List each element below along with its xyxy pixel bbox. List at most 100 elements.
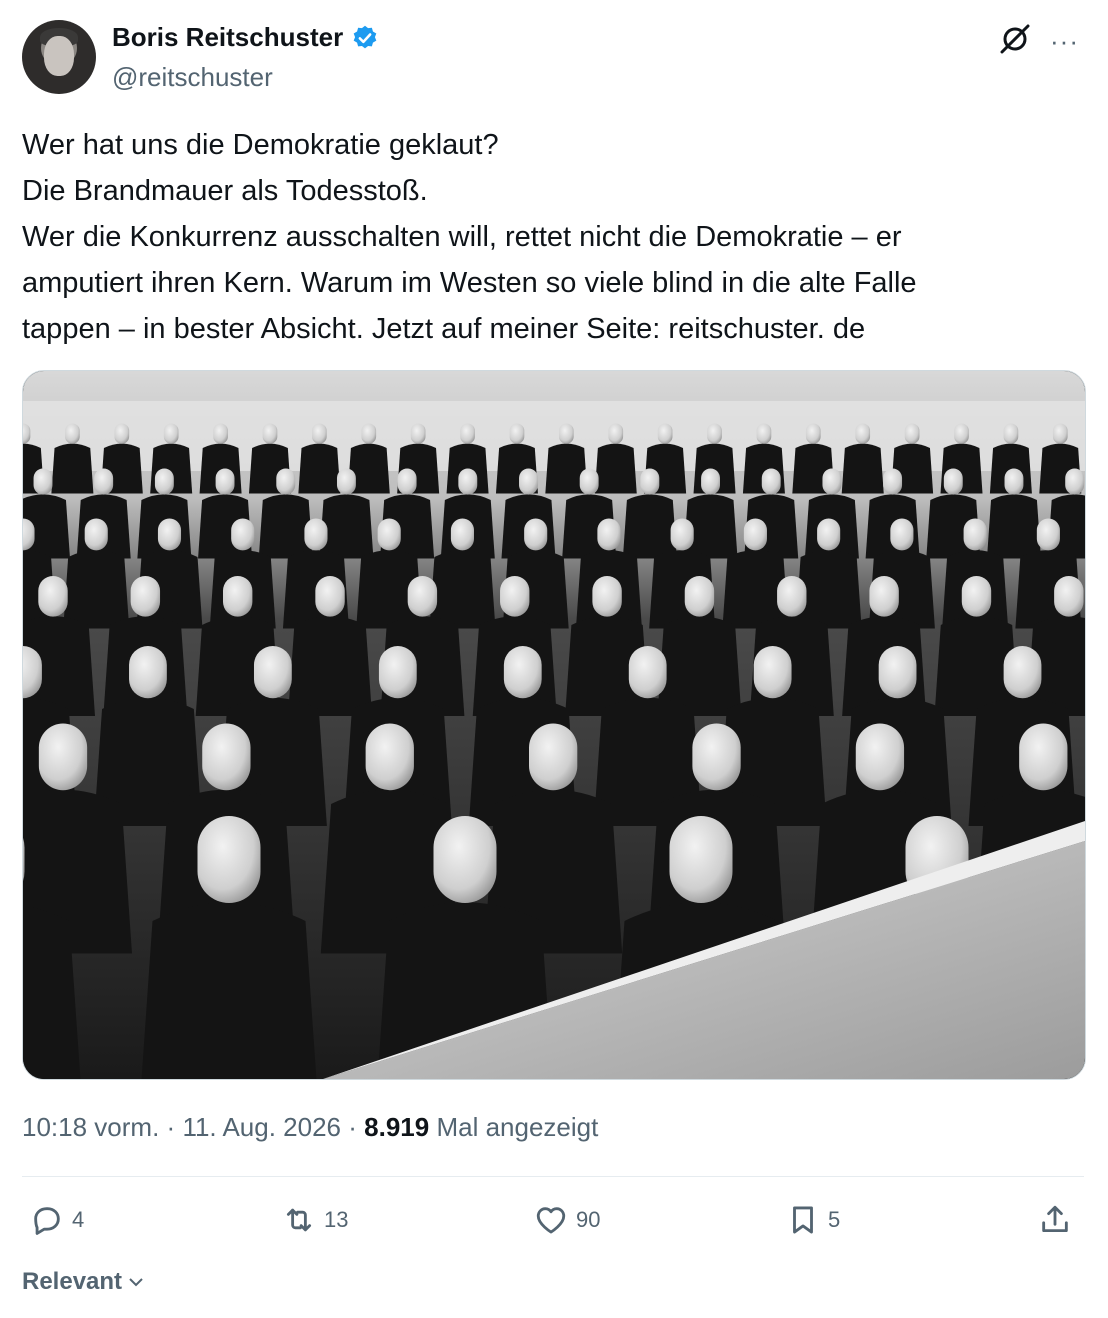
figure-head: [701, 468, 720, 495]
figure-head: [361, 423, 377, 444]
figure-head: [231, 518, 255, 551]
figure-head: [743, 518, 767, 551]
figure-head: [692, 723, 741, 791]
like-button[interactable]: 90: [534, 1203, 600, 1237]
figure-head: [1004, 468, 1024, 495]
figure-head: [377, 518, 401, 551]
figure-head: [276, 468, 296, 495]
author-handle[interactable]: @reitschuster: [112, 62, 273, 93]
view-label: Mal angezeigt: [436, 1112, 599, 1142]
figure-head: [817, 518, 841, 551]
figure-head: [524, 518, 548, 551]
reply-button[interactable]: 4: [30, 1203, 84, 1237]
figure-head: [529, 723, 578, 791]
figure-head: [777, 576, 807, 617]
grok-icon[interactable]: [998, 22, 1032, 56]
figure-head: [869, 576, 899, 617]
figure-head: [407, 576, 438, 617]
figure-head: [579, 468, 599, 495]
figure-head: [963, 518, 987, 551]
figure-head: [94, 468, 114, 495]
repost-button[interactable]: 13: [282, 1203, 348, 1237]
more-icon[interactable]: ···: [1050, 26, 1079, 57]
figure-body: [986, 494, 1041, 559]
figure-head: [336, 468, 356, 495]
figure-head: [1019, 723, 1068, 791]
author-name-row[interactable]: Boris Reitschuster: [112, 22, 379, 53]
verified-badge-icon: [353, 25, 377, 48]
sort-label: Relevant: [22, 1268, 123, 1295]
figure-head: [197, 816, 261, 903]
figure-head: [130, 576, 161, 617]
reply-count: 4: [72, 1207, 85, 1232]
figure-head: [163, 423, 179, 444]
figure-head: [65, 423, 80, 444]
share-button[interactable]: [1038, 1203, 1072, 1237]
figure-head: [878, 646, 917, 699]
figure-head: [315, 576, 345, 617]
figure-head: [262, 423, 278, 444]
figure-body: [51, 443, 94, 494]
figure-head: [365, 723, 414, 791]
tweet-line: amputiert ihren Kern. Warum im Westen so…: [22, 267, 917, 299]
tweet-image[interactable]: [22, 370, 1086, 1080]
figure-head: [509, 423, 525, 444]
figure-head: [805, 423, 821, 444]
tweet-line: Wer hat uns die Demokratie geklaut?: [22, 129, 499, 161]
figure-head: [558, 423, 574, 444]
figure-head: [1065, 468, 1085, 495]
tweet-meta: 10:18 vorm. · 11. Aug. 2026 · 8.919 Mal …: [22, 1112, 598, 1143]
figure-head: [157, 518, 182, 551]
figure-head: [202, 723, 251, 791]
figure-head: [129, 646, 167, 699]
figure-head: [154, 468, 174, 495]
figure-body: [594, 443, 637, 494]
figure-head: [670, 518, 694, 551]
tweet-time[interactable]: 10:18 vorm.: [22, 1112, 159, 1142]
figure-head: [84, 518, 108, 551]
figure-head: [954, 423, 969, 444]
figure-head: [458, 468, 478, 495]
figure-head: [822, 468, 842, 495]
avatar-face: [44, 36, 74, 76]
figure-head: [312, 423, 327, 444]
figure-head: [378, 646, 417, 699]
view-count: 8.919: [364, 1112, 430, 1142]
figure-head: [450, 518, 474, 551]
divider: [22, 1176, 1084, 1177]
figure-head: [215, 468, 235, 495]
figure-head: [628, 646, 667, 699]
like-count: 90: [576, 1207, 601, 1232]
figure-head: [114, 423, 130, 444]
tweet-text: Wer hat uns die Demokratie geklaut? Die …: [22, 122, 1082, 352]
figure-head: [213, 423, 228, 444]
figure-head: [1054, 576, 1084, 617]
author-avatar[interactable]: [22, 20, 96, 94]
figure-head: [961, 576, 992, 617]
figure-body: [258, 494, 313, 559]
figure-head: [1036, 518, 1060, 551]
figure-body: [319, 494, 374, 559]
figure-head: [460, 423, 475, 444]
faceless-figures-photo: [23, 371, 1085, 1079]
figure-head: [640, 468, 660, 495]
author-name[interactable]: Boris Reitschuster: [112, 22, 343, 53]
figure-head: [304, 518, 328, 551]
figure-body: [622, 494, 677, 559]
figure-head: [38, 723, 88, 791]
figure-head: [33, 468, 53, 495]
bookmark-icon: [793, 1206, 813, 1234]
tweet-date[interactable]: 11. Aug. 2026: [182, 1112, 341, 1142]
bookmark-button[interactable]: 5: [786, 1203, 840, 1237]
figure-head: [669, 816, 733, 903]
figure-head: [943, 468, 963, 495]
figure-head: [1003, 423, 1019, 444]
figure-body: [841, 443, 884, 494]
figure-body: [298, 443, 341, 494]
figure-head: [253, 646, 292, 699]
sort-dropdown[interactable]: Relevant: [22, 1268, 146, 1296]
figure-head: [519, 468, 538, 495]
figure-head: [855, 423, 871, 444]
figure-head: [707, 423, 722, 444]
figure-head: [433, 816, 497, 903]
